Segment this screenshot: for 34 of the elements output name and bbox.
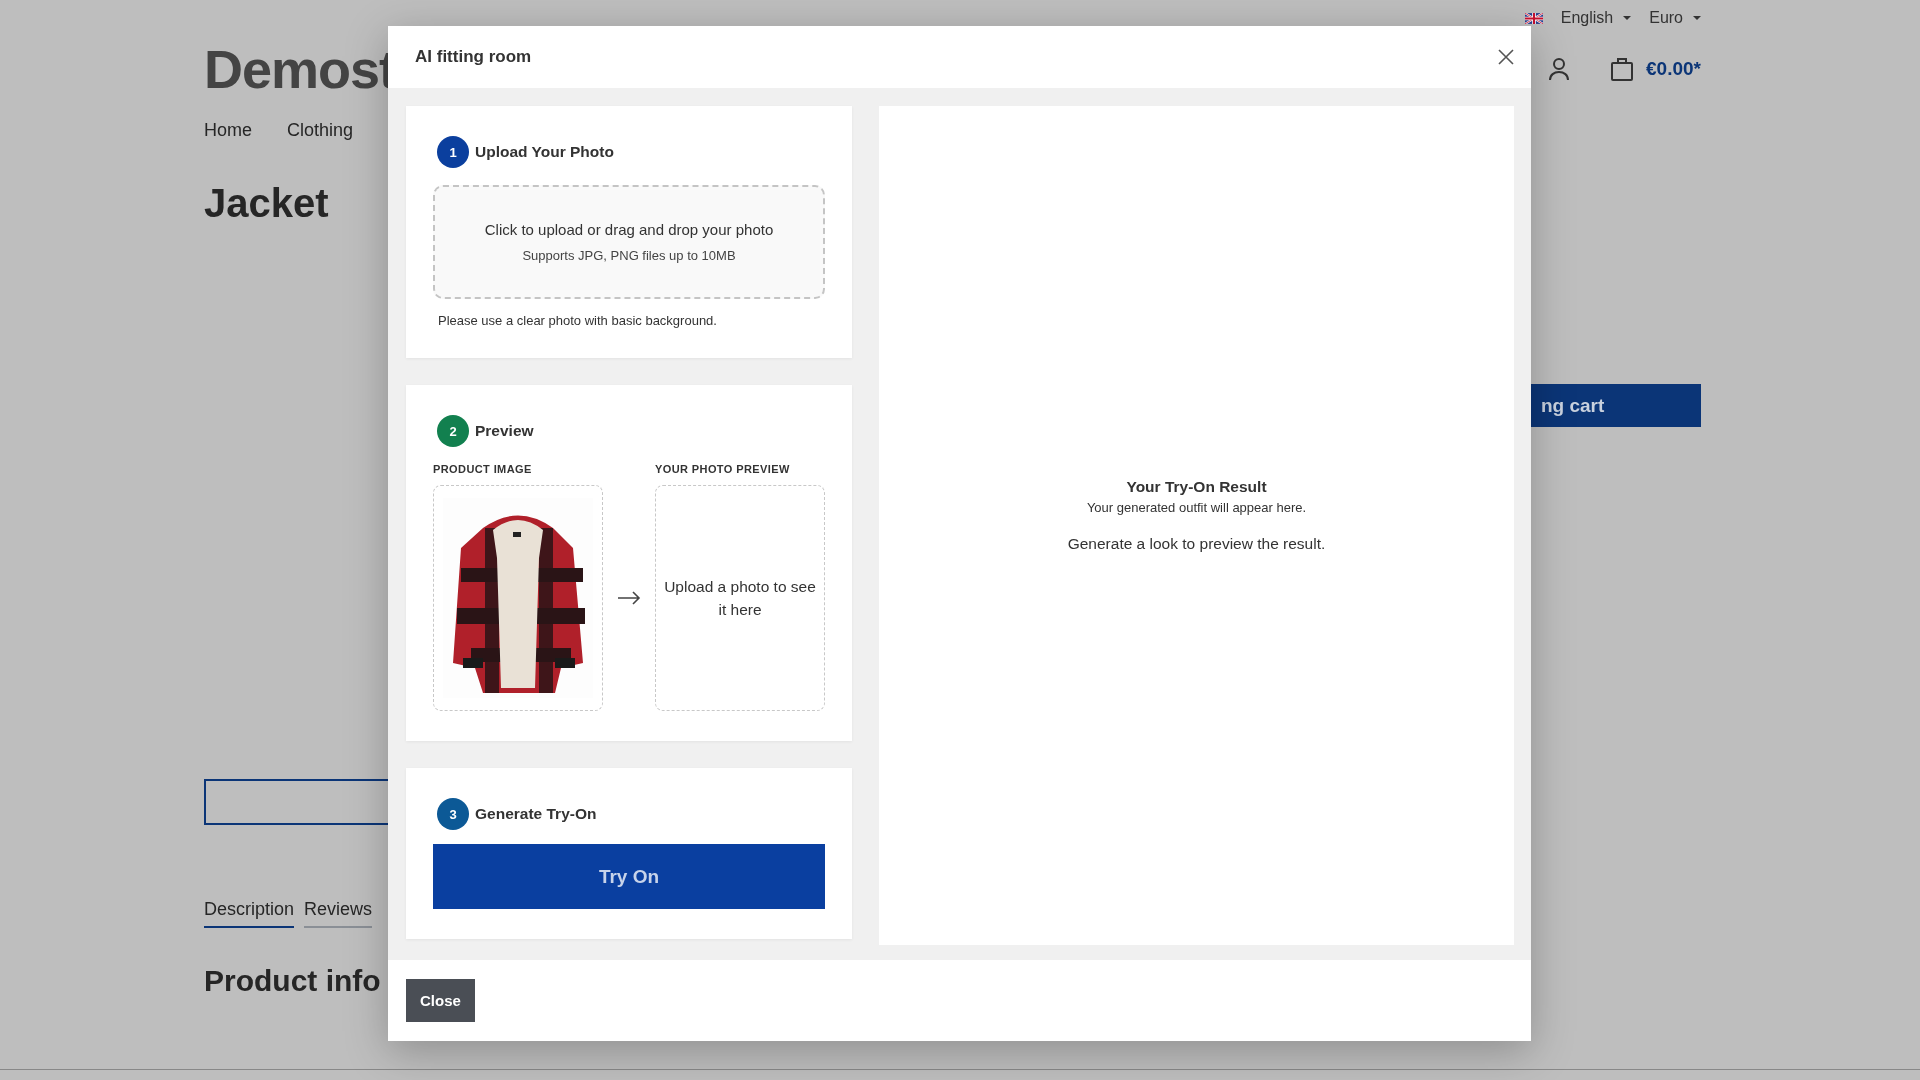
result-title: Your Try-On Result (1126, 478, 1267, 496)
result-hint: Generate a look to preview the result. (1067, 535, 1326, 553)
flag-icon (1524, 12, 1543, 24)
product-title: Jacket (204, 181, 330, 226)
step-title: Upload Your Photo (475, 143, 614, 161)
photo-preview-label: YOUR PHOTO PREVIEW (655, 463, 791, 475)
upload-note: Please use a clear photo with basic background. (438, 313, 718, 328)
step-title: Generate Try-On (475, 805, 597, 823)
close-icon[interactable] (1498, 49, 1514, 65)
dropzone-hint: Supports JPG, PNG files up to 10MB (522, 248, 736, 263)
language-selector[interactable]: English (1524, 9, 1632, 27)
section-heading: Product info (204, 964, 382, 998)
tab[interactable]: Reviews (304, 899, 373, 928)
bag-icon[interactable] (1610, 56, 1635, 82)
nav-link[interactable]: Clothing (287, 120, 354, 141)
add-to-cart-button[interactable]: ng cart (1531, 384, 1701, 427)
step-title: Preview (475, 422, 534, 440)
product-image-label: PRODUCT IMAGE (433, 463, 533, 475)
try-on-button[interactable]: Try On (433, 844, 825, 909)
arrow-icon (617, 591, 641, 605)
modal-title: AI fitting room (415, 47, 532, 67)
user-icon[interactable] (1548, 57, 1571, 81)
currency-selector[interactable]: Euro (1649, 9, 1701, 27)
step-number: 3 (437, 798, 469, 830)
cart-total[interactable]: €0.00* (1646, 58, 1701, 80)
nav-link[interactable]: Home (204, 120, 252, 141)
tab[interactable]: Description (204, 899, 295, 928)
step-number: 2 (437, 415, 469, 447)
result-subtitle: Your generated outfit will appear here. (1086, 500, 1307, 515)
close-button[interactable]: Close (406, 979, 475, 1022)
dropzone-text: Click to upload or drag and drop your photo (484, 221, 774, 238)
step-number: 1 (437, 136, 469, 168)
photo-preview-area: Upload a photo to see it here (655, 485, 825, 711)
upload-dropzone[interactable]: Click to upload or drag and drop your photo Supports JPG, PNG files up to 10MB (433, 185, 825, 299)
